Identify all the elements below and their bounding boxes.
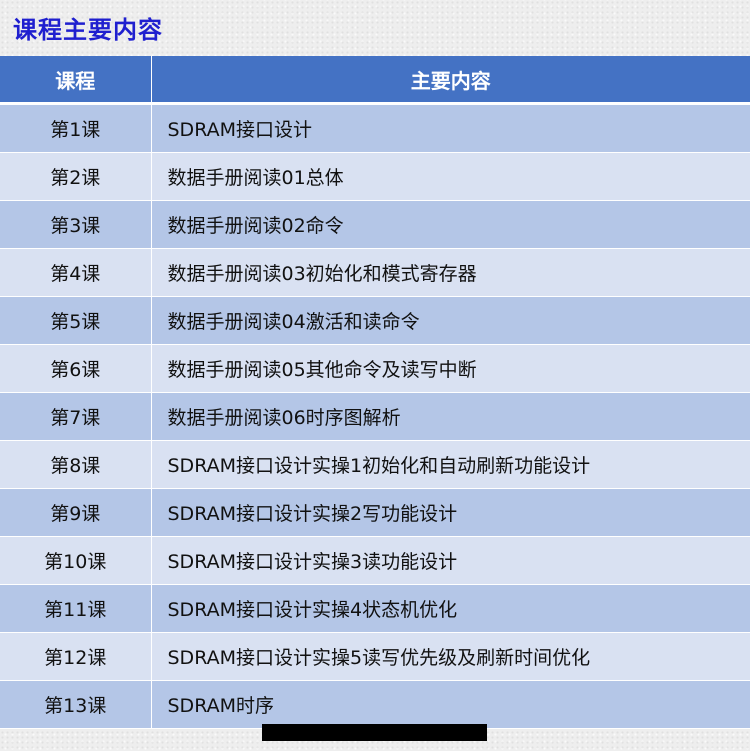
content-cell: SDRAM接口设计 <box>151 103 750 153</box>
table-row: 第2课 数据手册阅读01总体 <box>0 152 750 201</box>
table-row: 第1课 SDRAM接口设计 <box>0 103 750 153</box>
lesson-cell: 第5课 <box>0 296 152 345</box>
lesson-cell: 第10课 <box>0 536 152 585</box>
lesson-cell: 第6课 <box>0 344 152 393</box>
content-cell: 数据手册阅读03初始化和模式寄存器 <box>151 248 750 297</box>
table-header: 课程 主要内容 <box>0 56 750 105</box>
table-row: 第12课 SDRAM接口设计实操5读写优先级及刷新时间优化 <box>0 632 750 681</box>
lesson-cell: 第13课 <box>0 680 152 729</box>
column-header-content: 主要内容 <box>151 56 750 105</box>
lesson-cell: 第11课 <box>0 584 152 633</box>
table-row: 第11课 SDRAM接口设计实操4状态机优化 <box>0 584 750 633</box>
lesson-cell: 第2课 <box>0 152 152 201</box>
table-row: 第13课 SDRAM时序 <box>0 680 750 729</box>
table-row: 第3课 数据手册阅读02命令 <box>0 200 750 249</box>
redaction-bar <box>262 724 487 741</box>
content-cell: 数据手册阅读04激活和读命令 <box>151 296 750 345</box>
content-cell: SDRAM接口设计实操2写功能设计 <box>151 488 750 537</box>
table-body: 第1课 SDRAM接口设计 第2课 数据手册阅读01总体 第3课 数据手册阅读02命令 第4… <box>0 103 750 729</box>
page-title: 课程主要内容 <box>13 16 163 44</box>
lesson-cell: 第4课 <box>0 248 152 297</box>
table-row: 第8课 SDRAM接口设计实操1初始化和自动刷新功能设计 <box>0 440 750 489</box>
content-cell: 数据手册阅读06时序图解析 <box>151 392 750 441</box>
course-table: 课程 主要内容 第1课 SDRAM接口设计 第2课 数据手册阅读01总体 第3课 数据手册… <box>0 56 750 729</box>
lesson-cell: 第1课 <box>0 103 152 153</box>
content-cell: 数据手册阅读02命令 <box>151 200 750 249</box>
header-row: 课程 主要内容 <box>0 56 750 105</box>
lesson-cell: 第9课 <box>0 488 152 537</box>
table-row: 第9课 SDRAM接口设计实操2写功能设计 <box>0 488 750 537</box>
content-cell: SDRAM接口设计实操4状态机优化 <box>151 584 750 633</box>
column-header-lesson: 课程 <box>0 56 152 105</box>
lesson-cell: 第8课 <box>0 440 152 489</box>
content-cell: SDRAM接口设计实操3读功能设计 <box>151 536 750 585</box>
content-cell: SDRAM时序 <box>151 680 750 729</box>
content-cell: SDRAM接口设计实操1初始化和自动刷新功能设计 <box>151 440 750 489</box>
table-row: 第7课 数据手册阅读06时序图解析 <box>0 392 750 441</box>
lesson-cell: 第12课 <box>0 632 152 681</box>
lesson-cell: 第3课 <box>0 200 152 249</box>
content-cell: 数据手册阅读05其他命令及读写中断 <box>151 344 750 393</box>
table-row: 第4课 数据手册阅读03初始化和模式寄存器 <box>0 248 750 297</box>
table-row: 第10课 SDRAM接口设计实操3读功能设计 <box>0 536 750 585</box>
content-cell: 数据手册阅读01总体 <box>151 152 750 201</box>
content-cell: SDRAM接口设计实操5读写优先级及刷新时间优化 <box>151 632 750 681</box>
lesson-cell: 第7课 <box>0 392 152 441</box>
table-row: 第6课 数据手册阅读05其他命令及读写中断 <box>0 344 750 393</box>
table-row: 第5课 数据手册阅读04激活和读命令 <box>0 296 750 345</box>
